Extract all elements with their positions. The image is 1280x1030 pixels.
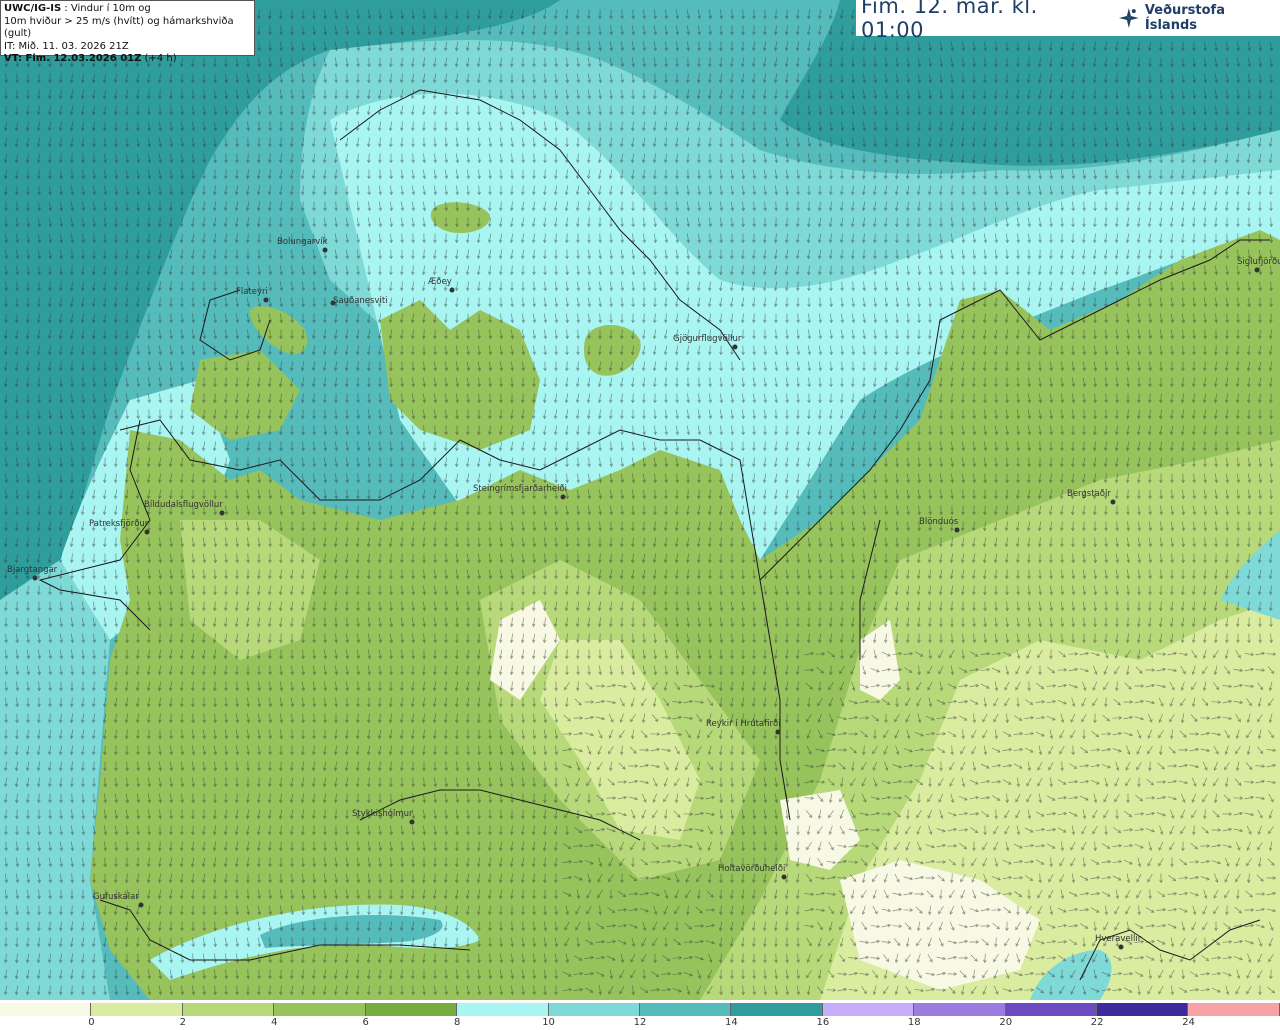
init-time: IT: Mið. 11. 03. 2026 21Z (4, 40, 129, 52)
place-label: Bíldudalsflugvöllur (144, 500, 223, 510)
legend-label: 16 (816, 1017, 830, 1028)
vedurstofa-logo-icon (1119, 8, 1139, 28)
brand-name: Veðurstofa Íslands (1144, 3, 1225, 33)
place-label: Gjögurflugvöllur (673, 334, 742, 344)
legend-label: 22 (1090, 1017, 1104, 1028)
place-dot (1118, 944, 1124, 950)
place-dot (954, 527, 960, 533)
legend-label: 20 (999, 1017, 1013, 1028)
header: Fim. 12. mar. kl. 01:00 Veðurstofa Íslan… (856, 0, 1280, 42)
legend-swatch (1005, 1003, 1098, 1016)
place-label: Blönduós (919, 516, 959, 527)
place-dot (322, 247, 328, 253)
legend-bar (0, 1003, 1280, 1016)
legend-labels: 0 2 4 6 8 10 12 14 16 18 20 22 24 (0, 1017, 1280, 1029)
place-dot (781, 874, 787, 880)
place-label: Holtavörðuheiði (718, 864, 785, 874)
place-dot (32, 575, 38, 581)
place-label: Steingrímsfjarðarheiði (473, 484, 567, 494)
forecast-time-title: Fim. 12. mar. kl. 01:00 (861, 0, 1038, 42)
place-label: Flateyri (236, 287, 268, 297)
place-dot (449, 287, 455, 293)
legend-swatch (1188, 1003, 1280, 1016)
legend-label: 4 (271, 1017, 278, 1028)
legend-swatch (274, 1003, 366, 1016)
legend-label: 12 (633, 1017, 647, 1028)
place-dot (775, 729, 781, 735)
place-dot (138, 902, 144, 908)
legend-label: 8 (453, 1017, 461, 1028)
legend-swatch (548, 1003, 640, 1016)
legend-label: 6 (362, 1017, 369, 1028)
place-label: Æðey (428, 277, 452, 287)
legend-swatch (1097, 1003, 1189, 1016)
legend-label: 10 (542, 1017, 555, 1028)
place-label: Sauðanesviti (333, 296, 388, 306)
valid-time: VT: Fim. 12.03.2026 01Z (4, 53, 142, 64)
legend-swatch (0, 1003, 92, 1016)
place-label: Siglufjörður (1237, 257, 1280, 267)
info-desc1: : Vindur í 10m og (61, 3, 151, 14)
legend-label: 18 (907, 1017, 921, 1028)
legend-swatch (91, 1003, 183, 1016)
wind-map[interactable]: Bolungarvík Æðey Flateyri Gjögurflugvöllur S… (0, 0, 1280, 1000)
place-dot (409, 819, 415, 825)
info-box: UWC/IG-IS : Vindur í 10m og 10m hviður >… (0, 0, 255, 64)
legend-label: 0 (88, 1017, 95, 1028)
place-label: Gufuskálar (93, 892, 139, 902)
place-label: Stykkishólmur (352, 808, 413, 819)
place-label: Reykir í Hrútafirði (706, 719, 781, 729)
place-label: Bergstaðir (1067, 489, 1111, 499)
legend-swatch (731, 1003, 823, 1016)
place-dot (1110, 499, 1116, 505)
place-label: Patreksfjörður (89, 519, 149, 529)
place-label: Hveravellir (1095, 934, 1142, 944)
legend-swatch (822, 1003, 915, 1016)
legend-label: 14 (725, 1017, 738, 1028)
legend-label: 2 (179, 1017, 187, 1028)
legend-label: 24 (1182, 1017, 1195, 1028)
color-legend: 0 2 4 6 8 10 12 14 16 18 20 22 24 (0, 1000, 1280, 1030)
place-dot (263, 297, 269, 303)
legend-swatch (914, 1003, 1006, 1016)
place-label: Bjargtangar (7, 565, 58, 575)
place-marker: Sauðanesviti (330, 296, 388, 306)
legend-swatch (457, 1003, 549, 1016)
place-dot (144, 529, 150, 535)
place-label: Bolungarvík (277, 237, 328, 247)
brand[interactable]: Veðurstofa Íslands (1117, 3, 1280, 33)
model-name: UWC/IG-IS (4, 3, 62, 14)
place-dot (219, 510, 225, 516)
lead-time: (+4 h) (141, 53, 177, 64)
legend-swatch (639, 1003, 732, 1016)
legend-swatch (182, 1003, 275, 1016)
legend-swatch (365, 1003, 458, 1016)
place-dot (560, 494, 566, 500)
place-dot (732, 344, 738, 350)
place-dot (1254, 267, 1260, 273)
info-desc2: 10m hviður > 25 m/s (hvítt) og hámarkshv… (4, 15, 234, 40)
